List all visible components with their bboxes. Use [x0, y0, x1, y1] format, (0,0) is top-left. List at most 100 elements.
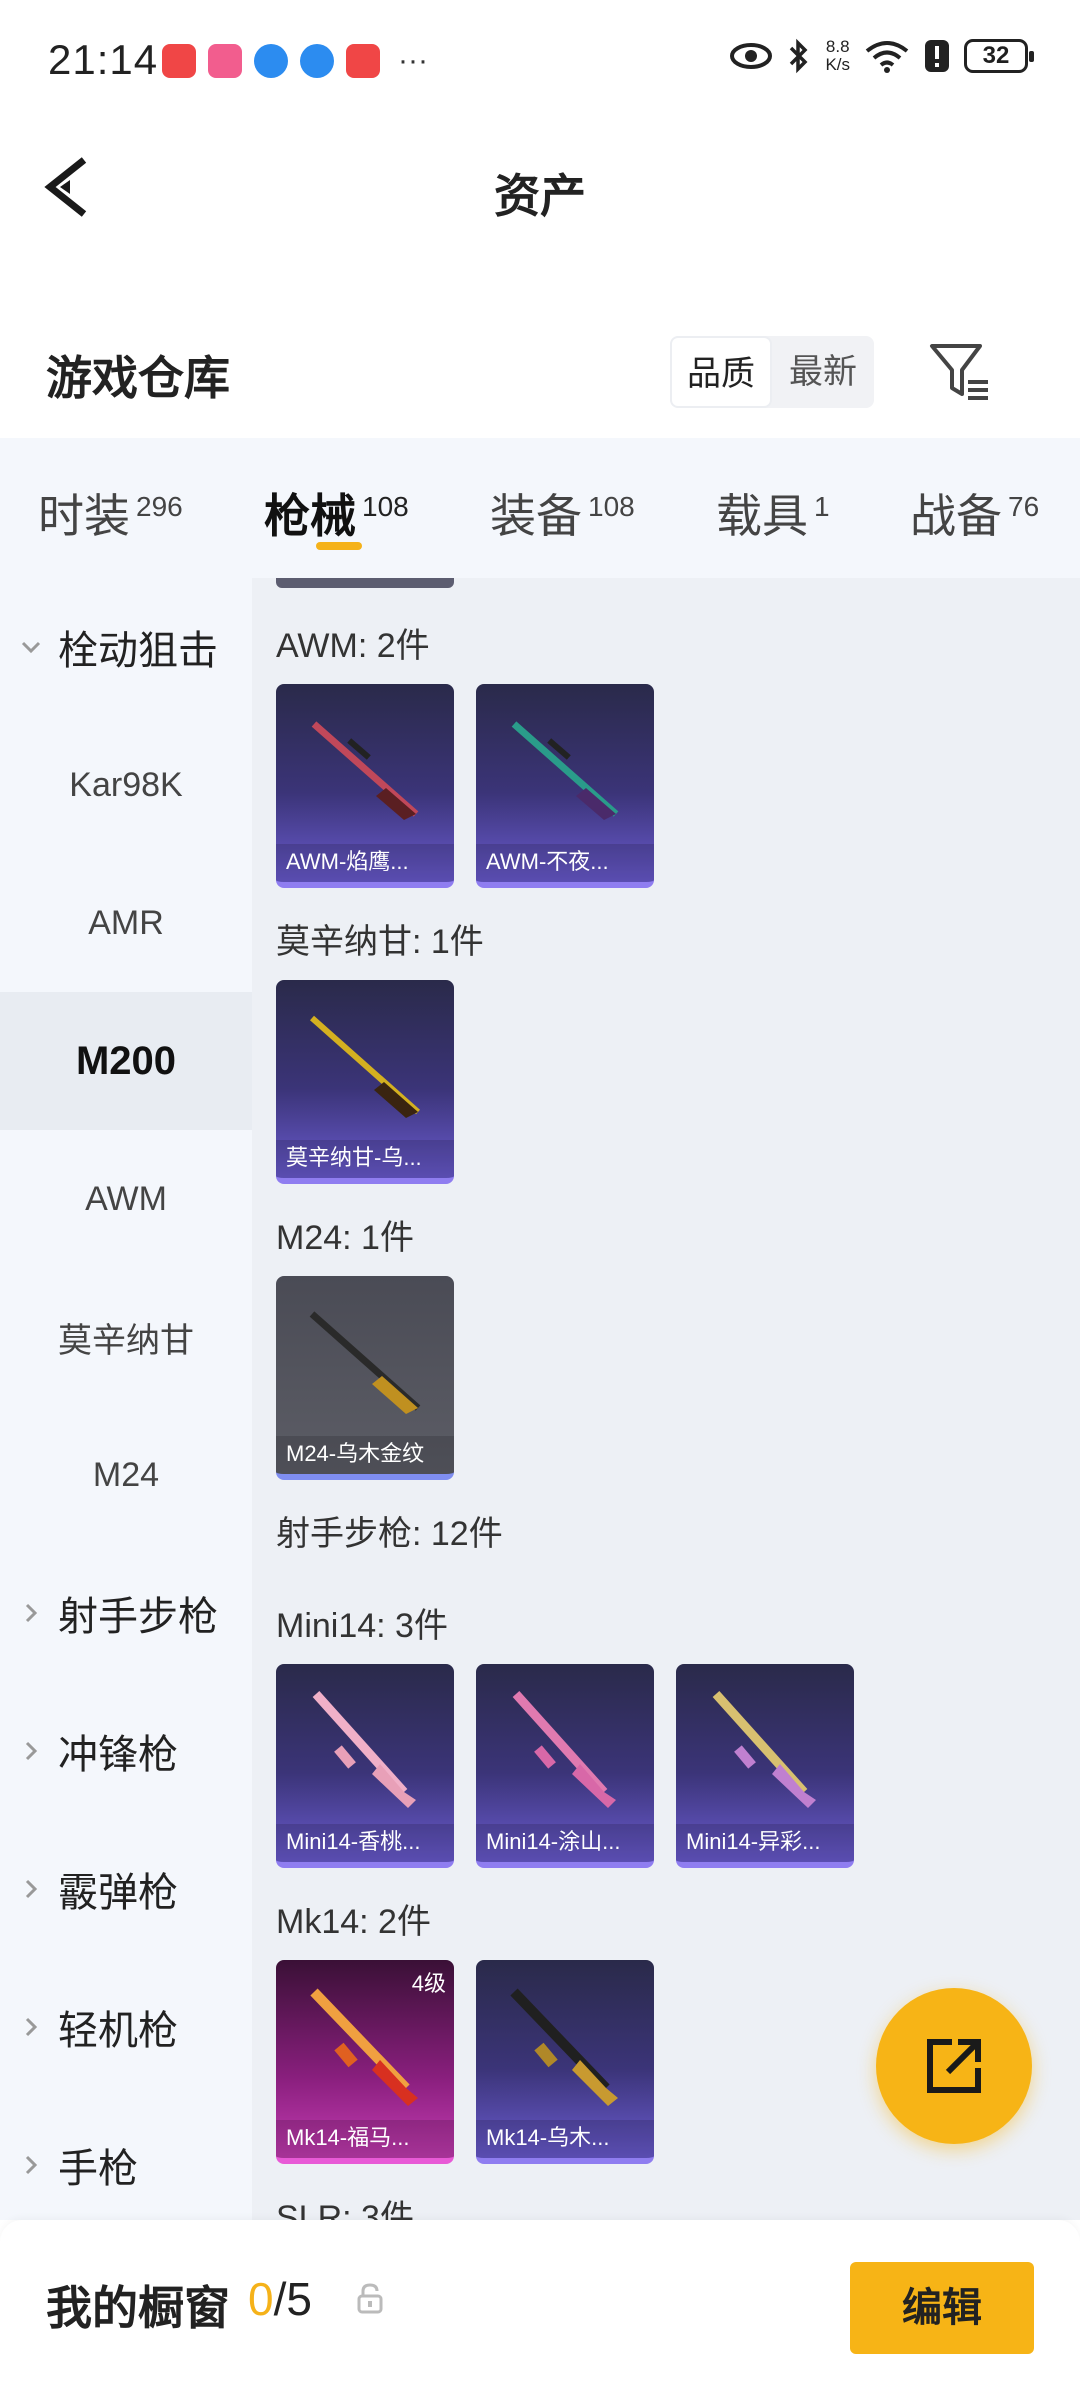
showcase-count: 0/5	[248, 2272, 312, 2326]
weapon-card-name: Mini14-涂山...	[476, 1824, 654, 1862]
status-indicators: 8.8 K/s 32	[729, 38, 1034, 74]
weapon-level-badge: 4级	[411, 1971, 446, 1996]
tab-count: 76	[1008, 490, 1040, 522]
showcase-bar: 我的橱窗 0/5 编辑	[0, 2220, 1080, 2382]
rifle-icon	[712, 1690, 816, 1808]
category-tabs: 时装 296 枪械 108 装备 108 载具 1 战备 76	[0, 438, 1080, 578]
sidebar-label: 轻机枪	[58, 2009, 178, 2053]
rifle-icon	[510, 1988, 618, 2106]
sidebar-label: 霰弹枪	[58, 1871, 178, 1915]
sort-newest-button[interactable]: 最新	[772, 336, 874, 408]
shopping-app-icon-2	[346, 44, 380, 78]
section-label-mosin: 莫辛纳甘: 1件	[276, 923, 484, 961]
section-label-dmr: 射手步枪: 12件	[276, 1515, 503, 1553]
more-notifications-icon: ···	[398, 44, 428, 77]
network-speed: 8.8 K/s	[825, 38, 850, 74]
sidebar-item-m24[interactable]: M24	[0, 1406, 252, 1544]
tab-label: 载具	[716, 490, 808, 542]
previous-card-edge	[276, 578, 454, 588]
weapon-card[interactable]: 4级 Mk14-福马...	[276, 1960, 454, 2164]
alert-icon	[925, 40, 949, 72]
share-external-icon	[927, 2039, 981, 2093]
sort-toggle: 品质 最新	[670, 336, 874, 408]
showcase-title: 我的橱窗	[46, 2282, 230, 2334]
section-label-m24: M24: 1件	[276, 1219, 414, 1257]
sidebar-label: 冲锋枪	[58, 1733, 178, 1777]
sniper-rifle-icon	[310, 1015, 420, 1118]
sidebar-item-amr[interactable]: AMR	[0, 854, 252, 992]
sidebar-item-mosin[interactable]: 莫辛纳甘	[0, 1268, 252, 1406]
sidebar-item-awm[interactable]: AWM	[0, 1130, 252, 1268]
weapon-type-sidebar: 栓动狙击 Kar98K AMR M200 AWM 莫辛纳甘 M24 射手步枪 冲…	[0, 578, 252, 2220]
edit-button[interactable]: 编辑	[850, 2262, 1034, 2354]
sidebar-item-kar98k[interactable]: Kar98K	[0, 716, 252, 854]
rifle-icon	[312, 1690, 416, 1808]
sidebar-item-m200[interactable]: M200	[0, 992, 252, 1130]
eye-icon	[730, 43, 773, 69]
weapon-card-name: Mini14-异彩...	[676, 1824, 854, 1862]
tab-vehicles[interactable]: 载具 1	[716, 480, 830, 546]
tab-label: 时装	[38, 490, 130, 542]
weapon-card-name: AWM-不夜...	[476, 844, 654, 882]
shopping-app-icon	[162, 44, 196, 78]
share-button[interactable]	[876, 1988, 1032, 2144]
section-label-slr: SLR: 3件	[276, 2199, 414, 2220]
chevron-right-icon	[25, 1741, 38, 1761]
section-label-mini14: Mini14: 3件	[276, 1607, 448, 1645]
chevron-right-icon	[25, 2155, 38, 2175]
status-time: 21:14	[48, 36, 159, 83]
sniper-rifle-icon	[309, 1311, 421, 1414]
active-tab-indicator	[316, 542, 362, 550]
top-header: 资产	[0, 120, 1080, 260]
weapon-card[interactable]: AWM-焰鹰...	[276, 684, 454, 888]
sidebar-group-bolt-sniper[interactable]: 栓动狙击	[0, 578, 252, 716]
tab-label: 战备	[910, 490, 1002, 542]
battery-icon: 32	[964, 39, 1034, 73]
weapon-card-name: AWM-焰鹰...	[276, 844, 454, 882]
sidebar-group-lmg[interactable]: 轻机枪	[0, 1958, 252, 2096]
sidebar-group-smg[interactable]: 冲锋枪	[0, 1682, 252, 1820]
weapon-card[interactable]: Mk14-乌木...	[476, 1960, 654, 2164]
warehouse-header: 游戏仓库 品质 最新	[0, 312, 1080, 432]
chevron-right-icon	[25, 1603, 38, 1623]
lock-icon	[357, 2283, 383, 2314]
weapon-card[interactable]: Mini14-异彩...	[676, 1664, 854, 1868]
speed-value: 8.8	[825, 37, 850, 56]
weapon-card[interactable]: Mini14-香桃...	[276, 1664, 454, 1868]
tab-equipment[interactable]: 装备 108	[490, 480, 635, 546]
page-title: 资产	[494, 170, 586, 222]
sidebar-group-pistol[interactable]: 手枪	[0, 2096, 252, 2234]
sniper-rifle-icon	[311, 721, 419, 820]
tab-supplies[interactable]: 战备 76	[910, 480, 1039, 546]
section-label-mk14: Mk14: 2件	[276, 1903, 431, 1941]
weapon-card-name: Mk14-福马...	[276, 2120, 454, 2158]
weapon-card[interactable]: AWM-不夜...	[476, 684, 654, 888]
sidebar-label: 射手步枪	[58, 1595, 218, 1639]
sidebar-group-shotgun[interactable]: 霰弹枪	[0, 1820, 252, 1958]
section-label-awm: AWM: 2件	[276, 627, 430, 665]
sniper-rifle-icon	[511, 721, 619, 820]
speed-unit: K/s	[825, 55, 850, 74]
tab-fashion[interactable]: 时装 296	[38, 480, 183, 546]
chevron-right-icon	[25, 2017, 38, 2037]
tab-count: 1	[814, 490, 830, 522]
filter-icon[interactable]	[924, 336, 994, 406]
weapon-card-name: Mk14-乌木...	[476, 2120, 654, 2158]
sort-quality-button[interactable]: 品质	[670, 336, 772, 408]
tab-label: 枪械	[264, 490, 356, 542]
sidebar-label: 栓动狙击	[58, 629, 218, 673]
tab-count: 108	[362, 490, 409, 522]
status-bar: 21:14 ··· 8.8 K/s 32	[0, 0, 1080, 120]
notification-icons: ···	[162, 44, 428, 78]
weapon-card-name: 莫辛纳甘-乌...	[276, 1140, 454, 1178]
weapon-card[interactable]: Mini14-涂山...	[476, 1664, 654, 1868]
weapon-card[interactable]: 莫辛纳甘-乌...	[276, 980, 454, 1184]
bilibili-app-icon	[208, 44, 242, 78]
weapon-card-name: M24-乌木金纹	[276, 1436, 454, 1474]
weapon-list: AWM: 2件 AWM-焰鹰... AWM-不夜... 莫辛纳甘: 1件 莫辛纳…	[252, 578, 1080, 2220]
bluetooth-icon	[790, 38, 808, 74]
weapon-card[interactable]: M24-乌木金纹	[276, 1276, 454, 1480]
tab-firearms[interactable]: 枪械 108	[264, 480, 409, 546]
sidebar-group-dmr[interactable]: 射手步枪	[0, 1544, 252, 1682]
weapon-card-name: Mini14-香桃...	[276, 1824, 454, 1862]
